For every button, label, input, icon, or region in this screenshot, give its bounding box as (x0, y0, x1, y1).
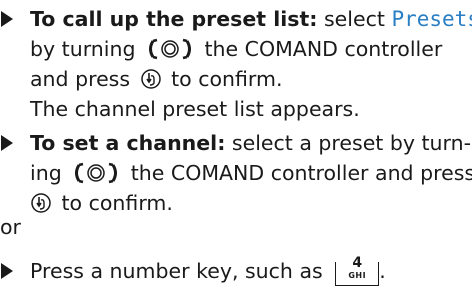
instruction-fragment: select (317, 7, 392, 31)
instruction-text: To call up the preset list: select Prese… (30, 4, 472, 124)
instruction-line: The channel preset list appears. (30, 97, 360, 121)
instruction-page: To call up the preset list: select Prese… (0, 0, 472, 290)
instruction-line: Press a number key, such as 4 GHI. (30, 255, 470, 286)
controller-rotate-icon (145, 38, 195, 60)
instruction-fragment: Press a number key, such as (30, 259, 330, 283)
instruction-fragment: to confirm. (55, 191, 173, 215)
instruction-fragment: select a preset by turn- (225, 131, 472, 155)
instruction-fragment: by turning (30, 37, 142, 61)
instruction-fragment: and press (30, 67, 137, 91)
controller-rotate-icon (71, 162, 121, 184)
triangle-bullet-icon (1, 263, 13, 279)
triangle-bullet-icon (1, 135, 13, 151)
instruction-line: by turning the COMAND controller (30, 34, 470, 64)
instruction-text: Press a number key, such as 4 GHI. (30, 255, 470, 286)
triangle-bullet-icon (1, 11, 13, 27)
instruction-line: To call up the preset list: select Prese… (30, 4, 472, 34)
number-key-icon: 4 GHI (335, 255, 380, 286)
instruction-line: To set a channel: select a preset by tur… (30, 128, 472, 158)
key-letters: GHI (348, 271, 367, 280)
menu-item-presets: Presets (391, 7, 472, 31)
instruction-fragment: the COMAND controller and press (124, 161, 472, 185)
controller-press-icon (140, 68, 162, 90)
instruction-fragment: . (379, 259, 386, 283)
instruction-fragment: the COMAND controller (197, 37, 443, 61)
or-separator: or (0, 215, 21, 239)
instruction-lead: To set a channel: (30, 131, 226, 155)
instruction-line: to confirm. (30, 188, 470, 218)
controller-press-icon (30, 192, 52, 214)
instruction-line: ing the COMAND controller and press (30, 158, 472, 188)
instruction-lead: To call up the preset list: (30, 7, 318, 31)
instruction-text: To set a channel: select a preset by tur… (30, 128, 472, 218)
instruction-fragment: to confirm. (164, 67, 283, 91)
instruction-line: and press to confirm. (30, 64, 470, 94)
instruction-fragment: ing (30, 161, 69, 185)
